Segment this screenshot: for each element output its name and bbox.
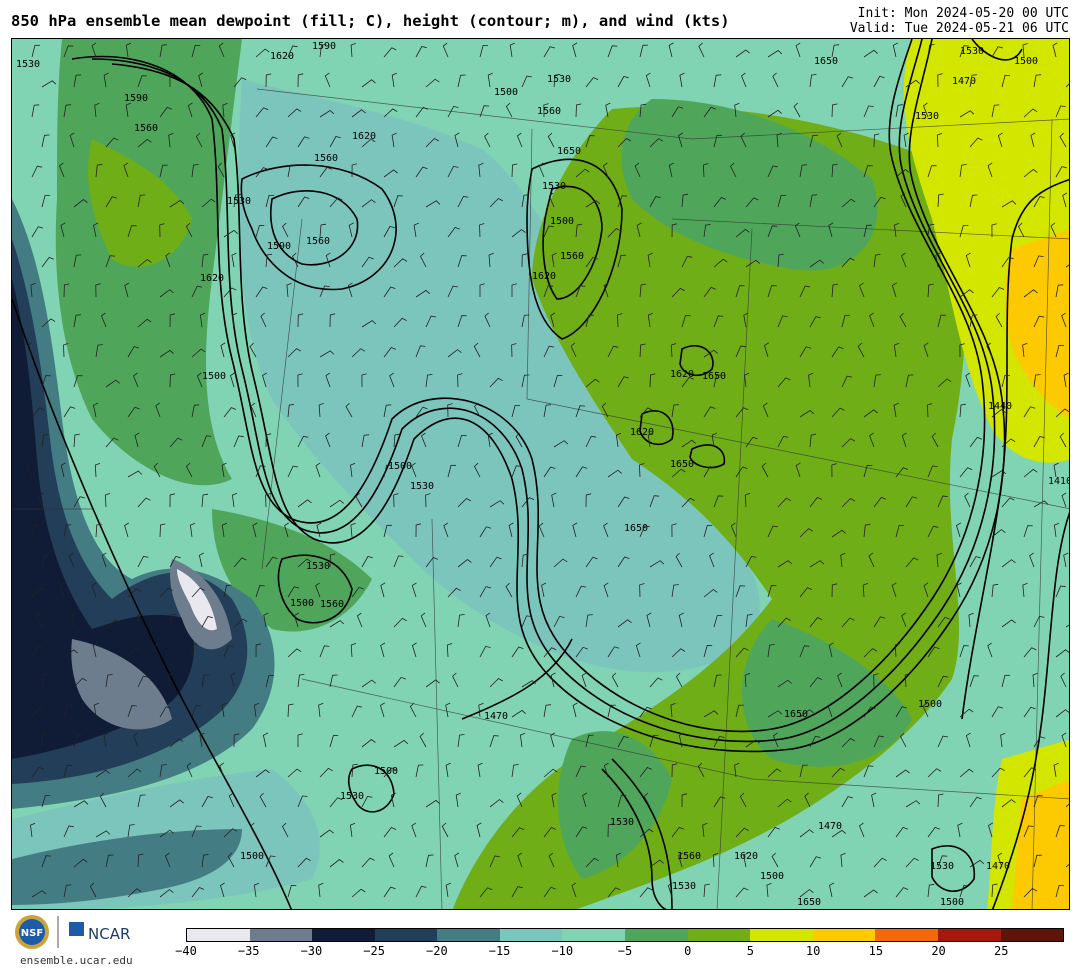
ncar-logo-text: NCAR <box>88 925 130 943</box>
colorbar-tick-label: 15 <box>868 944 884 958</box>
colorbar-segment <box>499 929 563 941</box>
contour-label-36: 1500 <box>760 871 784 882</box>
contour-label-12: 1560 <box>537 106 561 117</box>
contour-label-30: 1530 <box>340 791 364 802</box>
contour-label-52: 1500 <box>202 371 226 382</box>
contour-label-37: 1650 <box>797 897 821 908</box>
colorbar-segment <box>625 929 688 941</box>
contour-label-18: 1620 <box>670 369 694 380</box>
map-panel[interactable]: 1530 1590 1560 1620 1560 1620 1530 1590 … <box>11 38 1070 910</box>
contour-label-47: 1530 <box>915 111 939 122</box>
colorbar-tick-label: −25 <box>363 944 385 958</box>
chart-title: 850 hPa ensemble mean dewpoint (fill; C)… <box>11 12 730 30</box>
contour-label-51: 1620 <box>200 273 224 284</box>
colorbar-tick-label: −5 <box>617 944 633 958</box>
colorbar-tick-label: 0 <box>684 944 692 958</box>
contour-label-24: 1530 <box>410 481 434 492</box>
contour-label-49: 1650 <box>814 56 838 67</box>
contour-label-26: 1500 <box>290 598 314 609</box>
contour-label-16: 1560 <box>560 251 584 262</box>
contour-label-48: 1500 <box>1014 56 1038 67</box>
contour-label-1: 1530 <box>16 59 40 70</box>
contour-label-40: 1500 <box>918 699 942 710</box>
contour-label-7: 1530 <box>227 196 251 207</box>
contour-label-27: 1560 <box>320 599 344 610</box>
contour-label-15: 1500 <box>550 216 574 227</box>
contour-label-35: 1620 <box>734 851 758 862</box>
contour-label-28: 1470 <box>484 711 508 722</box>
contour-label-33: 1560 <box>677 851 701 862</box>
nsf-logo: NSF <box>15 915 49 949</box>
contour-label-29: 1500 <box>374 766 398 777</box>
colorbar-segment <box>875 929 938 941</box>
contour-label-19: 1650 <box>702 371 726 382</box>
colorbar-segment <box>1000 929 1064 941</box>
contour-label-8: 1590 <box>267 241 291 252</box>
colorbar-tick-label: 10 <box>805 944 821 958</box>
contour-label-22: 1650 <box>624 523 648 534</box>
contour-label-10: 1500 <box>494 87 518 98</box>
contour-label-5: 1560 <box>314 153 338 164</box>
colorbar-segment <box>812 929 876 941</box>
valid-time: Valid: Tue 2024-05-21 06 UTC <box>849 21 1069 36</box>
contour-label-39: 1650 <box>784 709 808 720</box>
contour-label-46: 1470 <box>952 76 976 87</box>
colorbar-segment <box>437 929 500 941</box>
contour-label-14: 1530 <box>542 181 566 192</box>
contour-label-2: 1590 <box>124 93 148 104</box>
contour-label-20: 1620 <box>630 427 654 438</box>
site-url[interactable]: ensemble.ucar.edu <box>20 954 133 967</box>
colorbar <box>186 928 1064 942</box>
contour-label-11: 1530 <box>547 74 571 85</box>
contour-label-42: 1500 <box>940 897 964 908</box>
colorbar-segment <box>187 929 250 941</box>
colorbar-tick-label: −15 <box>488 944 511 958</box>
colorbar-segment <box>249 929 313 941</box>
colorbar-segment <box>374 929 438 941</box>
contour-label-53: 1590 <box>312 41 336 52</box>
contour-label-41: 1530 <box>930 861 954 872</box>
nsf-logo-text: NSF <box>21 928 43 939</box>
contour-label-32: 1530 <box>610 817 634 828</box>
contour-label-31: 1500 <box>240 851 264 862</box>
contour-label-9: 1560 <box>306 236 330 247</box>
contour-label-13: 1650 <box>557 146 581 157</box>
colorbar-tick-label: 25 <box>994 944 1009 958</box>
contour-label-21: 1650 <box>670 459 694 470</box>
contour-label-17: 1620 <box>532 271 556 282</box>
colorbar-segment <box>687 929 751 941</box>
colorbar-tick-label: −35 <box>237 944 260 958</box>
colorbar-tick-label: −10 <box>551 944 574 958</box>
contour-label-3: 1560 <box>134 123 158 134</box>
contour-label-25: 1530 <box>306 561 330 572</box>
colorbar-ticks: −40 −35 −30 −25 −20 −15 −10 −5 0 5 10 15 20 25 <box>175 944 1064 964</box>
colorbar-tick-label: −40 <box>175 944 197 958</box>
contour-label-43: 1470 <box>986 861 1010 872</box>
colorbar-segment <box>750 929 813 941</box>
map-svg: 1530 1590 1560 1620 1560 1620 1530 1590 … <box>12 39 1070 909</box>
colorbar-segment <box>562 929 626 941</box>
init-time: Init: Mon 2024-05-20 00 UTC <box>857 6 1069 21</box>
contour-label-38: 1470 <box>818 821 842 832</box>
contour-label-23: 1500 <box>388 461 412 472</box>
colorbar-tick-label: 20 <box>931 944 946 958</box>
contour-label-34: 1530 <box>672 881 696 892</box>
logos-svg: NSF NCAR <box>15 915 130 949</box>
time-info: Init: Mon 2024-05-20 00 UTC Valid: Tue 2… <box>850 6 1069 36</box>
colorbar-segment <box>937 929 1001 941</box>
colorbar-tick-label: 5 <box>746 944 755 958</box>
colorbar-segment <box>312 929 375 941</box>
colorbar-tick-label: −20 <box>426 944 448 958</box>
contour-label-4: 1620 <box>270 51 294 62</box>
colorbar-tick-label: −30 <box>300 944 323 958</box>
ncar-logo: NCAR <box>69 922 130 943</box>
contour-label-45: 1410 <box>1048 476 1070 487</box>
